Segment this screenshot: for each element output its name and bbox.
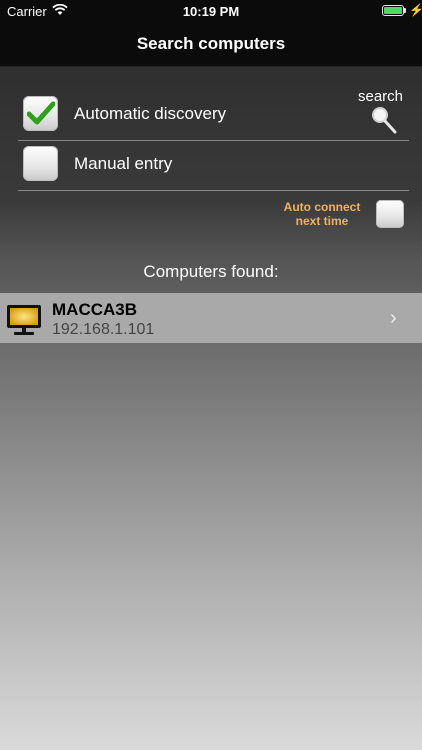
auto-connect-label: Auto connect next time — [272, 200, 372, 228]
battery-cap — [404, 8, 406, 13]
manual-entry-checkbox[interactable] — [23, 146, 58, 181]
auto-connect-line1: Auto connect — [283, 200, 361, 214]
manual-entry-row[interactable]: Manual entry — [18, 140, 409, 191]
chevron-right-icon: › — [390, 307, 397, 329]
monitor-icon — [7, 305, 41, 335]
search-button[interactable]: search — [350, 87, 410, 137]
auto-connect-line2: next time — [295, 214, 349, 228]
manual-entry-label: Manual entry — [74, 154, 173, 173]
page-title: Search computers — [136, 34, 286, 53]
status-bar: Carrier 10:19 PM ⚡ — [0, 0, 422, 22]
battery-icon — [382, 5, 404, 16]
computer-ip: 192.168.1.101 — [52, 321, 155, 338]
auto-connect-checkbox[interactable] — [376, 200, 404, 228]
automatic-discovery-checkbox[interactable] — [23, 96, 58, 131]
search-label: search — [358, 88, 404, 105]
charging-bolt-icon: ⚡ — [409, 3, 422, 17]
computers-found-header: Computers found: — [143, 262, 279, 281]
checkmark-icon — [27, 101, 55, 125]
magnifier-icon — [372, 107, 397, 134]
computer-list-item[interactable]: MACCA3B 192.168.1.101 › — [0, 293, 422, 343]
computer-name: MACCA3B — [52, 300, 137, 319]
clock: 10:19 PM — [182, 4, 240, 19]
automatic-discovery-label: Automatic discovery — [74, 104, 227, 123]
navigation-bar: Search computers — [0, 22, 422, 67]
